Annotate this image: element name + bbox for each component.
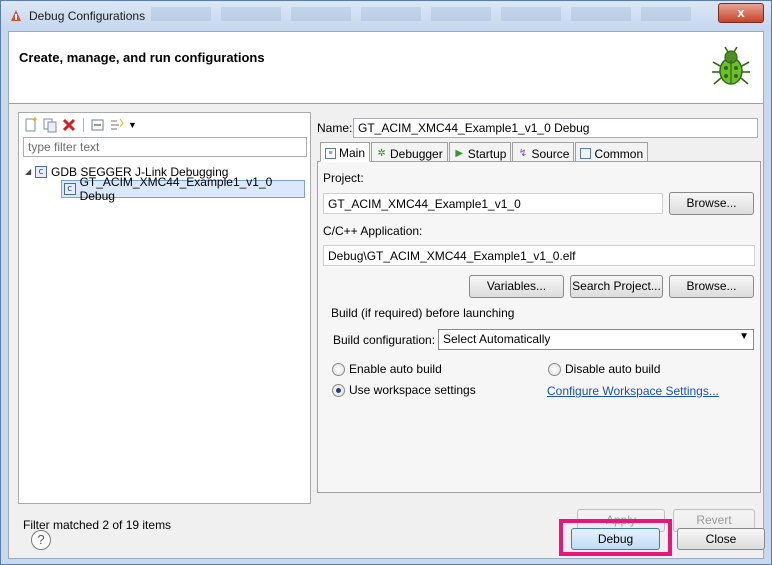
help-icon[interactable]: ? (31, 530, 51, 550)
background-tabs-ghost (151, 7, 691, 21)
tab-main[interactable]: ≡ Main (320, 142, 371, 162)
tab-startup[interactable]: ▶ Startup (448, 142, 512, 162)
debug-button-highlight (559, 519, 672, 556)
config-tabs: ≡ Main ✲ Debugger ▶ Startup ↯ Source Com… (320, 142, 649, 162)
header-title: Create, manage, and run configurations (19, 50, 265, 65)
filter-input[interactable]: type filter text (23, 137, 307, 157)
tab-source[interactable]: ↯ Source (512, 142, 575, 162)
project-field[interactable]: GT_ACIM_XMC44_Example1_v1_0 (323, 193, 663, 214)
tab-startup-label: Startup (467, 146, 507, 161)
disable-auto-build-label: Disable auto build (565, 362, 661, 376)
tab-common-label: Common (594, 146, 644, 161)
project-browse-button[interactable]: Browse... (669, 192, 754, 215)
use-workspace-settings-label: Use workspace settings (349, 383, 476, 397)
search-project-button[interactable]: Search Project... (570, 275, 663, 298)
build-group-label: Build (if required) before launching (331, 306, 515, 320)
variables-button[interactable]: Variables... (469, 275, 564, 298)
name-row: Name: GT_ACIM_XMC44_Example1_v1_0 Debug (317, 118, 758, 138)
startup-tab-icon: ▶ (455, 148, 464, 159)
delete-icon[interactable] (61, 117, 77, 133)
tab-main-label: Main (339, 146, 366, 160)
radio-button-icon (332, 362, 345, 376)
chevron-down-icon: ▼ (739, 331, 749, 342)
tab-debugger-label: Debugger (390, 146, 443, 161)
radio-button-selected-icon (332, 383, 345, 397)
application-label: C/C++ Application: (323, 224, 423, 238)
tab-source-label: Source (531, 146, 570, 161)
window-title: Debug Configurations (29, 9, 146, 23)
toolbar-separator (83, 118, 84, 132)
disable-auto-build-radio[interactable]: Disable auto build (548, 362, 660, 376)
main-tab-panel: Project: GT_ACIM_XMC44_Example1_v1_0 Bro… (317, 161, 761, 493)
name-label: Name: (317, 121, 353, 135)
configure-workspace-settings-link[interactable]: Configure Workspace Settings... (547, 384, 719, 398)
debugger-tab-icon: ✲ (377, 148, 386, 159)
title-bar[interactable]: Debug Configurations x (1, 1, 771, 31)
dialog-header: Create, manage, and run configurations (9, 32, 763, 104)
expand-triangle-icon[interactable]: ◢ (25, 167, 35, 176)
close-button[interactable]: Close (677, 528, 765, 550)
c-config-type-icon: c (35, 165, 47, 178)
name-input[interactable]: GT_ACIM_XMC44_Example1_v1_0 Debug (353, 118, 758, 138)
build-configuration-select[interactable]: Select Automatically ▼ (438, 329, 754, 350)
filter-icon[interactable] (109, 117, 125, 133)
application-browse-button[interactable]: Browse... (669, 275, 754, 298)
new-configuration-icon[interactable] (23, 117, 39, 133)
common-tab-icon (580, 148, 592, 159)
configuration-editor: Name: GT_ACIM_XMC44_Example1_v1_0 Debug … (317, 112, 761, 542)
application-field[interactable]: Debug\GT_ACIM_XMC44_Example1_v1_0.elf (323, 245, 755, 266)
tree-item-label: GT_ACIM_XMC44_Example1_v1_0 Debug (79, 175, 273, 203)
main-tab-icon: ≡ (325, 147, 336, 159)
tab-common[interactable]: Common (575, 142, 649, 162)
toolbar-menu-chevron-icon[interactable]: ▼ (128, 120, 137, 130)
tab-debugger[interactable]: ✲ Debugger (371, 142, 448, 162)
build-configuration-label: Build configuration: (333, 333, 436, 347)
c-config-icon: c (64, 183, 76, 195)
debug-configurations-window: Debug Configurations x Create, manage, a… (0, 0, 772, 565)
tree-item-selected-config[interactable]: c GT_ACIM_XMC44_Example1_v1_0 Debug (61, 175, 305, 203)
project-label: Project: (323, 171, 364, 185)
window-close-button[interactable]: x (718, 3, 764, 23)
configuration-tree: ◢ c GDB SEGGER J-Link Debugging c GT_ACI… (25, 163, 305, 203)
radio-button-icon (548, 362, 561, 376)
collapse-all-icon[interactable] (90, 117, 106, 133)
configuration-tree-panel: ▼ type filter text ◢ c GDB SEGGER J-Link… (18, 112, 311, 504)
build-configuration-value: Select Automatically (443, 332, 551, 346)
use-workspace-settings-radio[interactable]: Use workspace settings (332, 383, 476, 397)
debug-app-icon (11, 10, 21, 21)
duplicate-icon[interactable] (42, 117, 58, 133)
enable-auto-build-radio[interactable]: Enable auto build (332, 362, 442, 376)
filter-status-text: Filter matched 2 of 19 items (23, 518, 172, 532)
source-tab-icon: ↯ (518, 148, 528, 159)
tree-toolbar: ▼ (23, 116, 137, 134)
enable-auto-build-label: Enable auto build (349, 362, 442, 376)
dialog-client-area: Create, manage, and run configurations ▼… (8, 31, 764, 559)
bug-icon (712, 46, 750, 85)
